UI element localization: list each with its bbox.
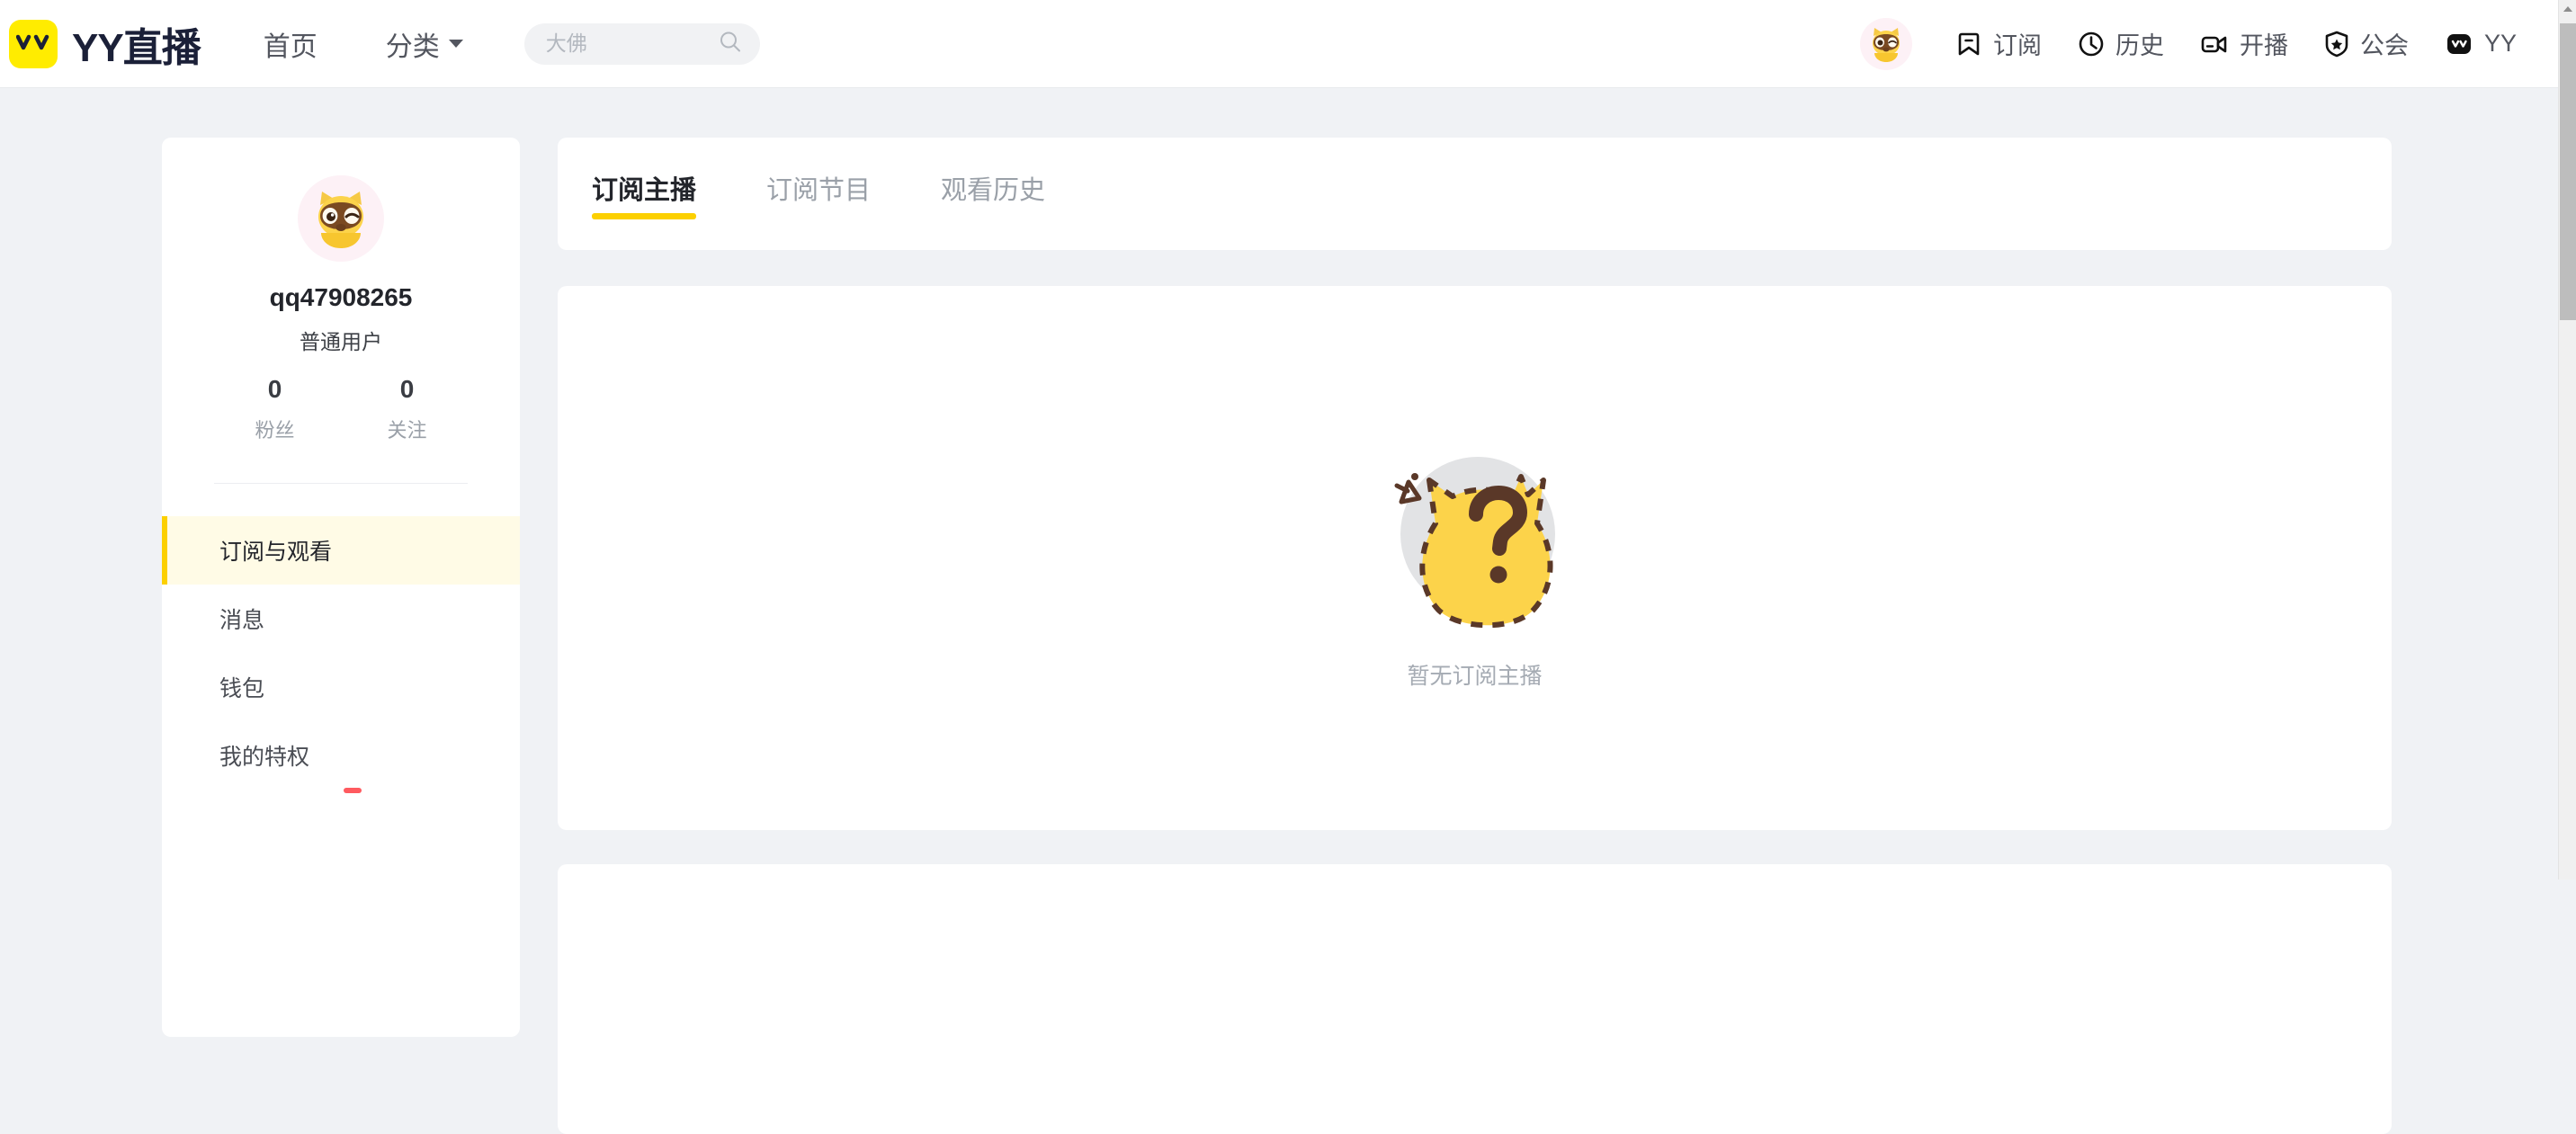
nav-history-label: 历史 [2115,32,2164,59]
header-right-nav: 订阅 历史 开播 公会 YY [1859,17,2553,70]
sidebar-item-wallet-label: 钱包 [219,676,265,701]
cat-question-mark-illustration [1352,426,1586,633]
top-header: YY直播 首页 分类 大佛 订阅 历史 开播 公会 YY [0,0,2558,88]
shield-star-icon [2324,31,2349,58]
nav-yy-client[interactable]: YY [2445,30,2517,58]
content-tabs: 订阅主播 订阅节目 观看历史 [558,138,2392,250]
brand-logo-link[interactable]: YY直播 [9,15,201,73]
profile-panel: qq47908265 普通用户 0 粉丝 0 关注 [162,138,520,484]
page-body: qq47908265 普通用户 0 粉丝 0 关注 订阅与观看 消息 钱包 我的… [0,89,2558,1134]
sidebar-divider [214,483,468,484]
yy-app-icon [2445,31,2473,58]
main-content: 订阅主播 订阅节目 观看历史 暂无订阅主播 [558,138,2392,1134]
brand-title: YY直播 [72,25,201,70]
tab-subscribed-streamers[interactable]: 订阅主播 [592,169,697,219]
nav-yy-client-label: YY [2483,30,2517,57]
nav-history[interactable]: 历史 [2078,26,2164,61]
nav-category[interactable]: 分类 [386,24,463,64]
stat-following-value: 0 [399,375,415,403]
new-badge-icon [344,788,362,793]
sidebar-item-subscribe-watch-label: 订阅与观看 [219,540,333,565]
video-camera-icon [2200,31,2229,58]
avatar[interactable] [1859,17,1912,70]
search-icon[interactable] [719,30,742,58]
chevron-down-icon [448,40,463,48]
nav-subscriptions-label: 订阅 [1992,32,2042,59]
sidebar-menu: 订阅与观看 消息 钱包 我的特权 [162,516,520,793]
tab-watch-history-label: 观看历史 [941,175,1046,205]
scroll-up-arrow[interactable] [2559,0,2576,18]
tab-subscribed-programs-label: 订阅节目 [766,175,872,205]
bookmark-icon [1955,31,1982,58]
clock-icon [2078,31,2105,58]
subscribed-streamers-panel: 暂无订阅主播 [558,286,2392,830]
stat-fans-value: 0 [267,375,282,403]
profile-role: 普通用户 [300,330,382,353]
nav-golive[interactable]: 开播 [2200,26,2288,61]
nav-home[interactable]: 首页 [264,24,318,64]
main-navigation: 首页 分类 [264,24,532,64]
nav-subscriptions[interactable]: 订阅 [1955,26,2042,61]
sidebar: qq47908265 普通用户 0 粉丝 0 关注 订阅与观看 消息 钱包 我的… [162,138,520,1037]
nav-guild-label: 公会 [2359,32,2409,59]
sidebar-item-wallet[interactable]: 钱包 [162,653,520,721]
nav-golive-label: 开播 [2239,32,2288,59]
sidebar-item-messages[interactable]: 消息 [162,585,520,653]
sidebar-item-subscribe-watch[interactable]: 订阅与观看 [162,516,520,585]
tab-watch-history[interactable]: 观看历史 [941,169,1045,219]
sidebar-item-privileges-label: 我的特权 [219,745,310,770]
stat-following-label: 关注 [387,419,427,442]
sidebar-item-messages-label: 消息 [219,608,265,633]
secondary-panel [558,864,2392,1134]
profile-username: qq47908265 [269,283,413,311]
page-scrollbar[interactable] [2558,0,2576,880]
stat-following[interactable]: 0 关注 [341,375,473,443]
profile-stats: 0 粉丝 0 关注 [162,375,520,443]
stat-fans[interactable]: 0 粉丝 [209,375,341,443]
tab-subscribed-streamers-label: 订阅主播 [592,175,697,205]
nav-home-label: 首页 [263,31,318,62]
nav-guild[interactable]: 公会 [2324,26,2409,61]
profile-avatar[interactable] [298,175,384,262]
stat-fans-label: 粉丝 [255,419,295,442]
sidebar-item-privileges[interactable]: 我的特权 [162,721,520,793]
scrollbar-thumb[interactable] [2560,23,2576,320]
empty-state-text: 暂无订阅主播 [1407,663,1543,689]
search-box[interactable] [523,22,760,65]
tab-subscribed-programs[interactable]: 订阅节目 [766,169,871,219]
yy-logo-icon [9,19,58,68]
nav-category-label: 分类 [385,31,440,62]
